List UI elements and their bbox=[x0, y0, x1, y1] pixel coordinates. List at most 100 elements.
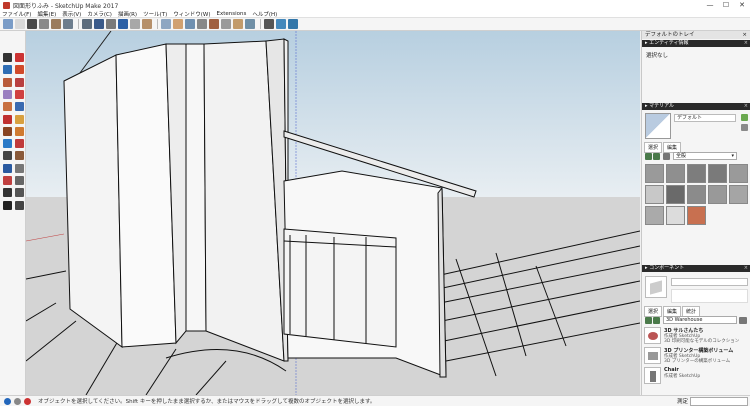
materials-close-button[interactable]: × bbox=[744, 103, 748, 110]
material-swatch[interactable] bbox=[729, 185, 748, 204]
section-fill-icon[interactable] bbox=[288, 19, 298, 29]
zoom-extents-icon[interactable] bbox=[15, 200, 24, 210]
materials-header[interactable]: ▸ マテリアル × bbox=[642, 103, 750, 110]
menu-draw[interactable]: 描画(R) bbox=[118, 10, 137, 18]
search-icon[interactable] bbox=[739, 317, 747, 324]
xray-icon[interactable] bbox=[82, 19, 92, 29]
entity-info-header[interactable]: ▸ エンティティ情報 × bbox=[642, 40, 750, 47]
menu-extensions[interactable]: Extensions bbox=[216, 11, 246, 17]
wireframe-icon[interactable] bbox=[94, 19, 104, 29]
material-swatch[interactable] bbox=[645, 206, 664, 225]
rotated-rectangle-icon[interactable] bbox=[15, 77, 24, 87]
pie-icon[interactable] bbox=[15, 102, 24, 112]
material-swatch[interactable] bbox=[708, 185, 727, 204]
entity-info-close-button[interactable]: × bbox=[744, 40, 748, 47]
arc-icon[interactable] bbox=[3, 102, 12, 112]
material-swatch[interactable] bbox=[687, 164, 706, 183]
select-icon[interactable] bbox=[3, 53, 12, 62]
menu-window[interactable]: ウィンドウ(W) bbox=[173, 10, 210, 18]
tab-materials-select[interactable]: 選択 bbox=[644, 142, 663, 153]
rotate-icon[interactable] bbox=[3, 126, 12, 136]
rectangle-icon[interactable] bbox=[3, 77, 12, 87]
components-close-button[interactable]: × bbox=[744, 265, 748, 272]
components-forward-icon[interactable] bbox=[653, 317, 660, 324]
close-window-button[interactable]: ✕ bbox=[734, 0, 750, 10]
warehouse-item[interactable]: 3D サルさんたち 作成者 SketchUp 3D 印刷可能なモデルのコレクショ… bbox=[644, 327, 748, 345]
warehouse-search-input[interactable]: 3D Warehouse bbox=[663, 316, 737, 324]
material-swatch[interactable] bbox=[645, 164, 664, 183]
minimize-button[interactable]: — bbox=[702, 0, 718, 10]
material-swatch[interactable] bbox=[666, 164, 685, 183]
component-name-field[interactable] bbox=[671, 278, 748, 286]
top-view-icon[interactable] bbox=[15, 19, 25, 29]
tray-close-button[interactable]: × bbox=[742, 31, 747, 39]
material-swatch[interactable] bbox=[645, 185, 664, 204]
push-pull-icon[interactable] bbox=[3, 114, 12, 124]
left-view-icon[interactable] bbox=[63, 19, 73, 29]
material-name-field[interactable]: デフォルト bbox=[674, 114, 736, 122]
axes-icon[interactable] bbox=[3, 176, 12, 185]
eraser-icon[interactable] bbox=[15, 53, 24, 62]
create-material-icon[interactable] bbox=[741, 124, 748, 131]
tab-components-select[interactable]: 選択 bbox=[644, 306, 663, 317]
current-material-swatch[interactable] bbox=[645, 113, 671, 139]
text-icon[interactable] bbox=[15, 163, 24, 173]
move-icon[interactable] bbox=[15, 114, 24, 124]
zoom-icon[interactable] bbox=[3, 200, 12, 210]
component-icon[interactable] bbox=[197, 19, 207, 29]
front-view-icon[interactable] bbox=[27, 19, 37, 29]
section-display-icon[interactable] bbox=[276, 19, 286, 29]
dimension-icon[interactable] bbox=[15, 151, 24, 161]
material-swatch[interactable] bbox=[666, 206, 685, 225]
menu-camera[interactable]: カメラ(C) bbox=[87, 10, 112, 18]
warehouse-item[interactable]: 3D プリンター構築ボリューム 作成者 SketchUp 3D プリンターの構築… bbox=[644, 347, 748, 365]
polygon-icon[interactable] bbox=[15, 89, 24, 99]
sample-paint-icon[interactable] bbox=[741, 114, 748, 121]
follow-me-icon[interactable] bbox=[3, 139, 12, 149]
credits-icon[interactable] bbox=[14, 397, 21, 405]
material-library-dropdown[interactable]: 全般 ▾ bbox=[673, 152, 737, 160]
geo-location-icon[interactable] bbox=[4, 397, 11, 405]
component-description-field[interactable] bbox=[671, 289, 748, 303]
material-swatch[interactable] bbox=[708, 164, 727, 183]
shaded-icon[interactable] bbox=[118, 19, 128, 29]
warehouse-icon[interactable] bbox=[173, 19, 183, 29]
materials-icon[interactable] bbox=[245, 19, 255, 29]
orbit-icon[interactable] bbox=[3, 188, 12, 198]
offset-icon[interactable] bbox=[15, 139, 24, 149]
menu-tools[interactable]: ツール(T) bbox=[143, 10, 167, 18]
line-icon[interactable] bbox=[15, 65, 24, 75]
material-swatch[interactable] bbox=[666, 185, 685, 204]
protractor-icon[interactable] bbox=[3, 163, 12, 173]
material-swatch[interactable] bbox=[729, 164, 748, 183]
section-plane-icon[interactable] bbox=[264, 19, 274, 29]
drawing-viewport[interactable] bbox=[26, 31, 640, 395]
monochrome-icon[interactable] bbox=[142, 19, 152, 29]
textured-icon[interactable] bbox=[130, 19, 140, 29]
paint-bucket-icon[interactable] bbox=[3, 65, 12, 75]
extension-warehouse-icon[interactable] bbox=[209, 19, 219, 29]
scale-icon[interactable] bbox=[15, 126, 24, 136]
menu-view[interactable]: 表示(V) bbox=[62, 10, 81, 18]
menu-edit[interactable]: 編集(E) bbox=[37, 10, 56, 18]
warehouse-item[interactable]: Chair 作成者 SketchUp bbox=[644, 367, 748, 385]
back-icon[interactable] bbox=[645, 153, 652, 160]
tape-measure-icon[interactable] bbox=[3, 151, 12, 161]
share-model-icon[interactable] bbox=[185, 19, 195, 29]
photo-icon[interactable] bbox=[233, 19, 243, 29]
user-icon[interactable] bbox=[24, 397, 31, 405]
maximize-button[interactable]: ☐ bbox=[718, 0, 734, 10]
components-back-icon[interactable] bbox=[645, 317, 652, 324]
layout-icon[interactable] bbox=[221, 19, 231, 29]
ruby-console-icon[interactable] bbox=[161, 19, 171, 29]
forward-icon[interactable] bbox=[653, 153, 660, 160]
components-header[interactable]: ▸ コンポーネント × bbox=[642, 265, 750, 272]
home-icon[interactable] bbox=[663, 153, 670, 160]
right-view-icon[interactable] bbox=[39, 19, 49, 29]
material-swatch[interactable] bbox=[687, 185, 706, 204]
measurements-input[interactable] bbox=[690, 397, 748, 406]
iso-view-icon[interactable] bbox=[3, 19, 13, 29]
menu-help[interactable]: ヘルプ(H) bbox=[252, 10, 277, 18]
back-view-icon[interactable] bbox=[51, 19, 61, 29]
circle-icon[interactable] bbox=[3, 89, 12, 99]
